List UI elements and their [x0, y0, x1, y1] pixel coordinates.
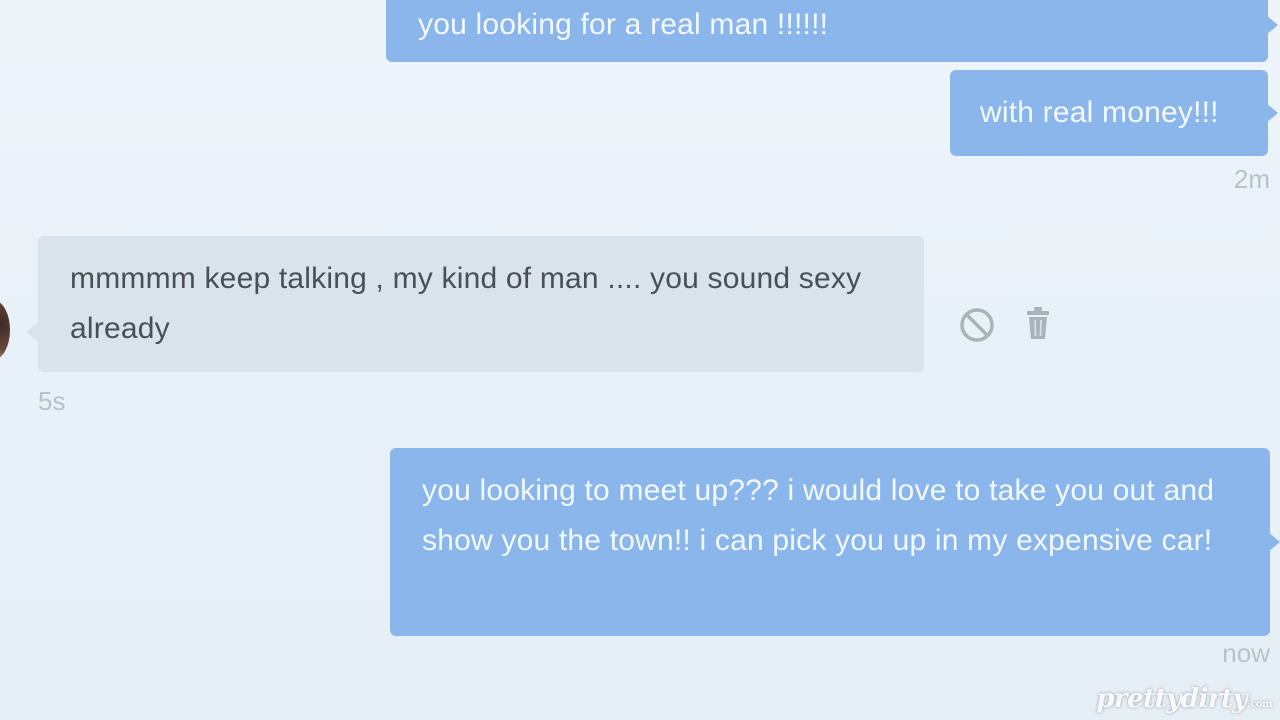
watermark-brand: prettydirty: [1096, 684, 1248, 714]
message-text: you looking to meet up??? i would love t…: [422, 474, 1215, 557]
block-icon[interactable]: [957, 305, 997, 345]
message-timestamp: 2m: [1233, 164, 1270, 194]
outgoing-message[interactable]: you looking to meet up??? i would love t…: [390, 448, 1280, 636]
message-text: mmmmm keep talking , my kind of man ....…: [70, 262, 862, 345]
message-timestamp: 5s: [38, 386, 66, 416]
message-text: you looking for a real man !!!!!!: [418, 8, 829, 41]
watermark-suffix: .com: [1247, 699, 1272, 710]
avatar[interactable]: [0, 300, 10, 360]
message-timestamp: now: [1222, 638, 1270, 668]
incoming-message[interactable]: mmmmm keep talking , my kind of man ....…: [26, 236, 924, 372]
chat-thread: you looking for a real man !!!!!! with r…: [0, 0, 1280, 720]
outgoing-message[interactable]: you looking for a real man !!!!!!: [386, 0, 1278, 62]
outgoing-message[interactable]: with real money!!!: [950, 70, 1278, 156]
brand-watermark: prettydirty.com: [1096, 684, 1272, 714]
message-text: with real money!!!: [980, 96, 1219, 129]
trash-icon[interactable]: [1018, 303, 1058, 343]
